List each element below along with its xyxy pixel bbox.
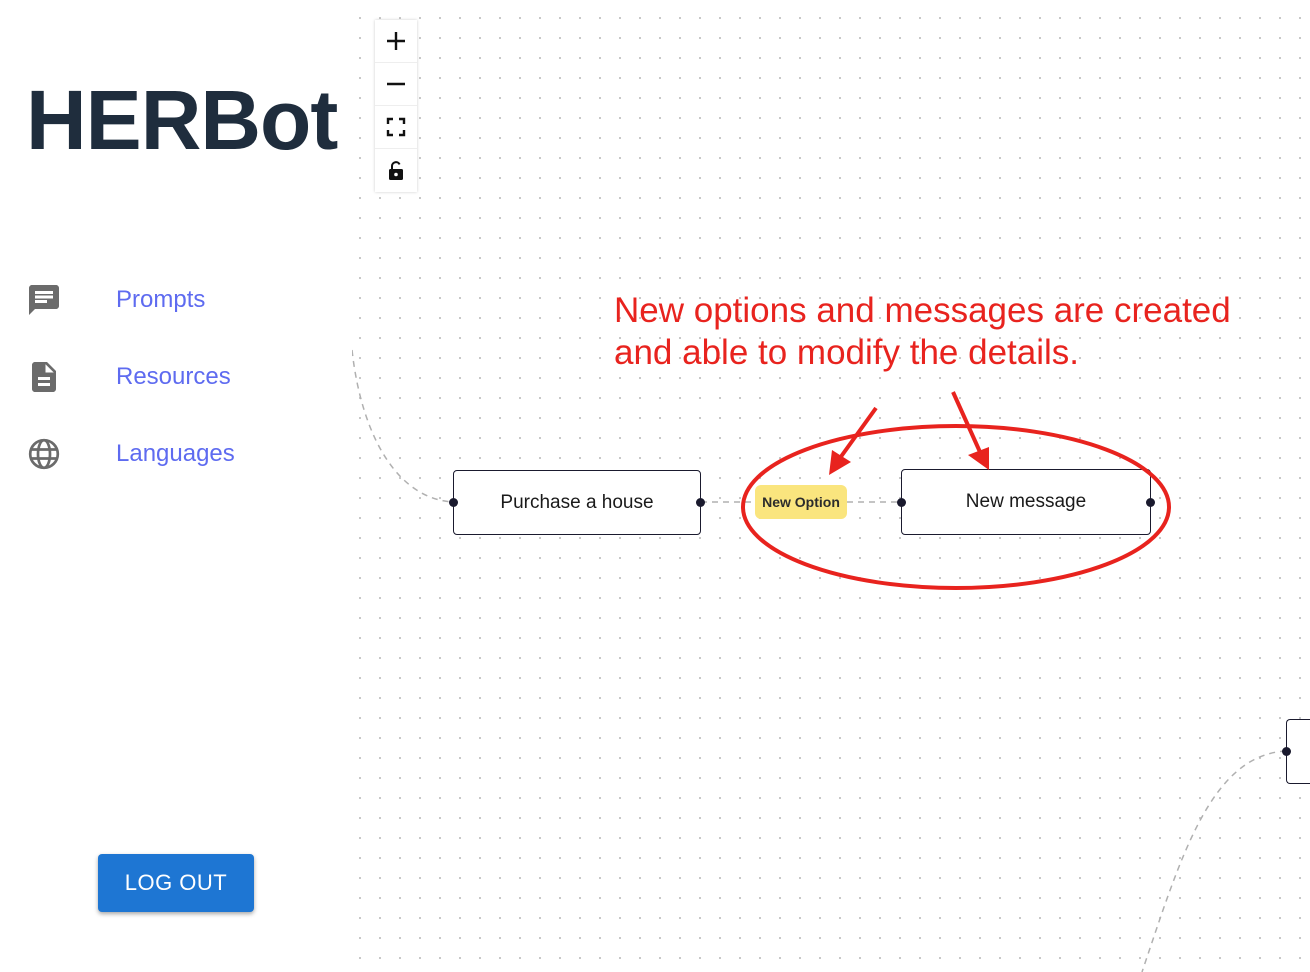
annotation-marks [741, 391, 1171, 590]
annotation-ellipse [741, 424, 1171, 590]
arrow-to-message [951, 391, 989, 470]
